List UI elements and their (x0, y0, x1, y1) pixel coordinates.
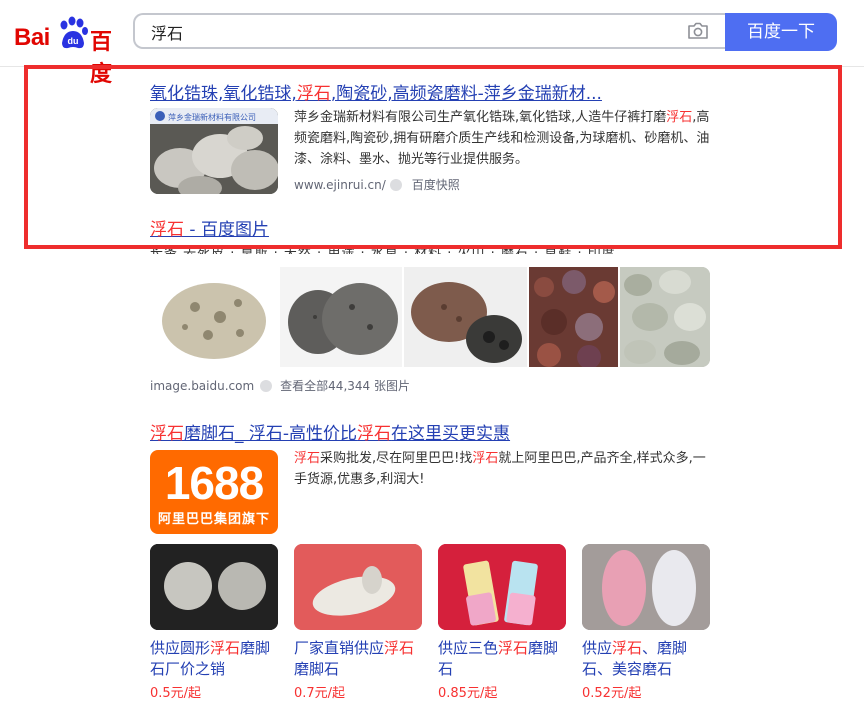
logo-text-right: 百度 (90, 30, 113, 87)
product-price: 0.7元/起 (294, 686, 346, 701)
chevron-down-icon[interactable] (260, 380, 273, 392)
result1-title-link[interactable]: 氧化锆珠,氧化锆球,浮石,陶瓷砂,高频瓷磨料-萍乡金瑞新材... (150, 84, 602, 104)
product-price: 0.85元/起 (438, 686, 498, 701)
result3-title-link[interactable]: 浮石磨脚石_ 浮石-高性价比浮石在这里买更实惠 (150, 424, 510, 444)
result3-title[interactable]: 浮石磨脚石_ 浮石-高性价比浮石在这里买更实惠 (150, 419, 510, 444)
thumb-caption: 萍乡金瑞新材料有限公司 (168, 112, 256, 122)
image-gallery (150, 267, 710, 367)
result1-title[interactable]: 氧化锆珠,氧化锆球,浮石,陶瓷砂,高频瓷磨料-萍乡金瑞新材... (150, 79, 710, 104)
gallery-image[interactable] (150, 267, 278, 367)
product-price: 0.5元/起 (150, 686, 202, 701)
product-card[interactable]: 供应三色浮石磨脚石 0.85元/起 (438, 544, 566, 701)
result2-title[interactable]: 浮石 - 百度图片 (150, 215, 269, 240)
product-image[interactable] (150, 544, 278, 630)
gallery-image[interactable] (620, 267, 710, 367)
pumice-stones-image: 萍乡金瑞新材料有限公司 (150, 108, 278, 194)
result1-source: www.ejinrui.cn/百度快照 (294, 176, 460, 193)
logo-number: 1688 (164, 457, 264, 509)
alibaba-1688-logo[interactable]: 1688 阿里巴巴集团旗下 (150, 450, 278, 534)
product-price: 0.52元/起 (582, 686, 642, 701)
paw-icon: du (60, 16, 88, 49)
product-image[interactable] (438, 544, 566, 630)
product-card[interactable]: 供应圆形浮石磨脚石厂价之销 0.5元/起 (150, 544, 278, 701)
product-image[interactable] (294, 544, 422, 630)
search-button[interactable]: 百度一下 (725, 13, 837, 51)
product-image[interactable] (582, 544, 710, 630)
lava-rock-image (529, 267, 618, 367)
logo-subtitle: 阿里巴巴集团旗下 (157, 512, 270, 527)
result2-tags[interactable]: 长条 去死皮 · 莫斯 · 天然 · 用途 · 水草 · 材料 · 火山 · 磨… (150, 242, 710, 254)
pumice-image (411, 282, 522, 363)
result1-url[interactable]: www.ejinrui.cn/ (294, 178, 386, 192)
product-label[interactable]: 供应三色浮石磨脚石 (438, 638, 566, 680)
product-card[interactable]: 供应浮石、磨脚石、美容磨石 0.52元/起 (582, 544, 710, 701)
svg-text:du: du (68, 36, 79, 46)
view-all-images-link[interactable]: 查看全部44,344 张图片 (280, 379, 410, 393)
camera-icon[interactable] (687, 22, 709, 40)
gallery-image[interactable] (280, 267, 402, 367)
result2-title-link[interactable]: 浮石 - 百度图片 (150, 220, 269, 240)
logo-text-left: Bai (14, 24, 50, 51)
result2-url[interactable]: image.baidu.com (150, 379, 254, 393)
pumice-image (288, 283, 398, 355)
search-box (133, 13, 725, 49)
result2-source: image.baidu.com 查看全部44,344 张图片 (150, 377, 410, 394)
pumice-image (162, 283, 266, 359)
result3-description: 浮石采购批发,尽在阿里巴巴!找浮石就上阿里巴巴,产品齐全,样式众多,一手货源,优… (294, 451, 706, 487)
product-label[interactable]: 厂家直销供应浮石磨脚石 (294, 638, 422, 680)
gallery-image[interactable] (404, 267, 527, 367)
pumice-gravel-image (620, 267, 710, 367)
baidu-logo[interactable]: Bai du 百度 (14, 14, 124, 87)
gallery-image[interactable] (529, 267, 618, 367)
result1-description: 萍乡金瑞新材料有限公司生产氧化锆珠,氧化锆球,人造牛仔裤打磨浮石,高频瓷磨料,陶… (294, 110, 710, 167)
search-input[interactable] (149, 15, 673, 49)
product-card[interactable]: 厂家直销供应浮石磨脚石 0.7元/起 (294, 544, 422, 701)
snapshot-link[interactable]: 百度快照 (412, 178, 460, 192)
product-label[interactable]: 供应圆形浮石磨脚石厂价之销 (150, 638, 278, 680)
result1-thumbnail[interactable]: 萍乡金瑞新材料有限公司 (150, 108, 278, 194)
product-label[interactable]: 供应浮石、磨脚石、美容磨石 (582, 638, 710, 680)
chevron-down-icon[interactable] (389, 179, 402, 191)
